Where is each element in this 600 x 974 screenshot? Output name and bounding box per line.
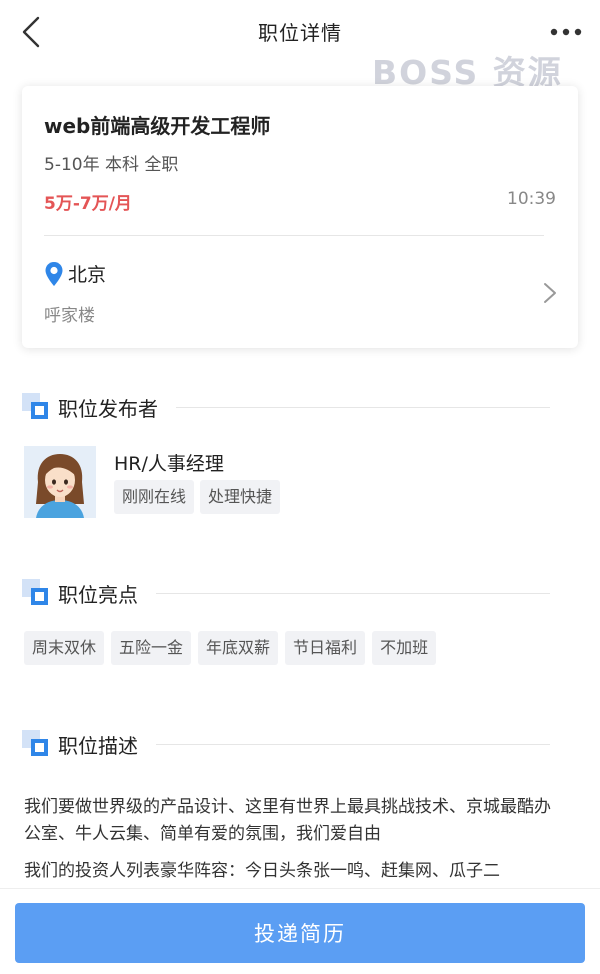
section-square-icon <box>22 579 50 607</box>
location-city: 北京 <box>68 264 107 286</box>
apply-resume-button[interactable]: 投递简历 <box>15 903 585 963</box>
chevron-right-icon[interactable] <box>542 282 558 304</box>
section-square-icon <box>22 730 50 758</box>
section-title: 职位描述 <box>58 733 138 758</box>
more-dots-icon <box>550 28 582 36</box>
section-square-icon <box>22 393 50 421</box>
highlight-tag: 节日福利 <box>285 631 366 665</box>
highlight-tag: 不加班 <box>372 631 437 665</box>
card-divider <box>44 235 544 236</box>
description-paragraph: 我们的投资人列表豪华阵容：今日头条张一鸣、赶集网、瓜子二 <box>24 861 500 881</box>
location-row[interactable]: 北京 <box>44 260 106 287</box>
job-salary: 5万-7万/月 <box>44 194 132 214</box>
publisher-tag: 刚刚在线 <box>114 480 195 514</box>
section-publisher-heading: 职位发布者 <box>22 392 550 422</box>
section-highlights-heading: 职位亮点 <box>22 578 550 608</box>
publisher-tag: 处理快捷 <box>200 480 281 514</box>
publisher-tags: 刚刚在线 处理快捷 <box>114 480 281 514</box>
section-divider <box>156 743 550 745</box>
bottom-bar: 投递简历 <box>0 888 600 974</box>
more-button[interactable] <box>548 18 584 46</box>
job-card: web前端高级开发工程师 5-10年 本科 全职 5万-7万/月 10:39 北… <box>22 86 578 348</box>
location-detail: 呼家楼 <box>44 306 95 326</box>
avatar[interactable] <box>24 446 96 518</box>
page-title: 职位详情 <box>258 21 342 45</box>
section-description-heading: 职位描述 <box>22 729 550 759</box>
job-post-time: 10:39 <box>507 189 556 209</box>
section-divider <box>176 406 550 408</box>
section-title: 职位发布者 <box>58 396 158 421</box>
highlight-tags: 周末双休 五险一金 年底双薪 节日福利 不加班 <box>24 631 437 665</box>
highlight-tag: 周末双休 <box>24 631 105 665</box>
section-title: 职位亮点 <box>58 582 138 607</box>
highlight-tag: 年底双薪 <box>198 631 279 665</box>
highlight-tag: 五险一金 <box>111 631 192 665</box>
job-title: web前端高级开发工程师 <box>44 114 271 138</box>
description-paragraph: 我们要做世界级的产品设计、这里有世界上最具挑战技术、京城最酷办公室、牛人云集、简… <box>24 797 551 844</box>
publisher-name: HR/人事经理 <box>114 453 224 475</box>
job-description: 我们要做世界级的产品设计、这里有世界上最具挑战技术、京城最酷办公室、牛人云集、简… <box>24 794 564 895</box>
location-pin-icon <box>45 261 63 286</box>
job-requirements: 5-10年 本科 全职 <box>44 155 179 175</box>
avatar-girl-icon <box>24 446 96 518</box>
section-divider <box>156 592 550 594</box>
